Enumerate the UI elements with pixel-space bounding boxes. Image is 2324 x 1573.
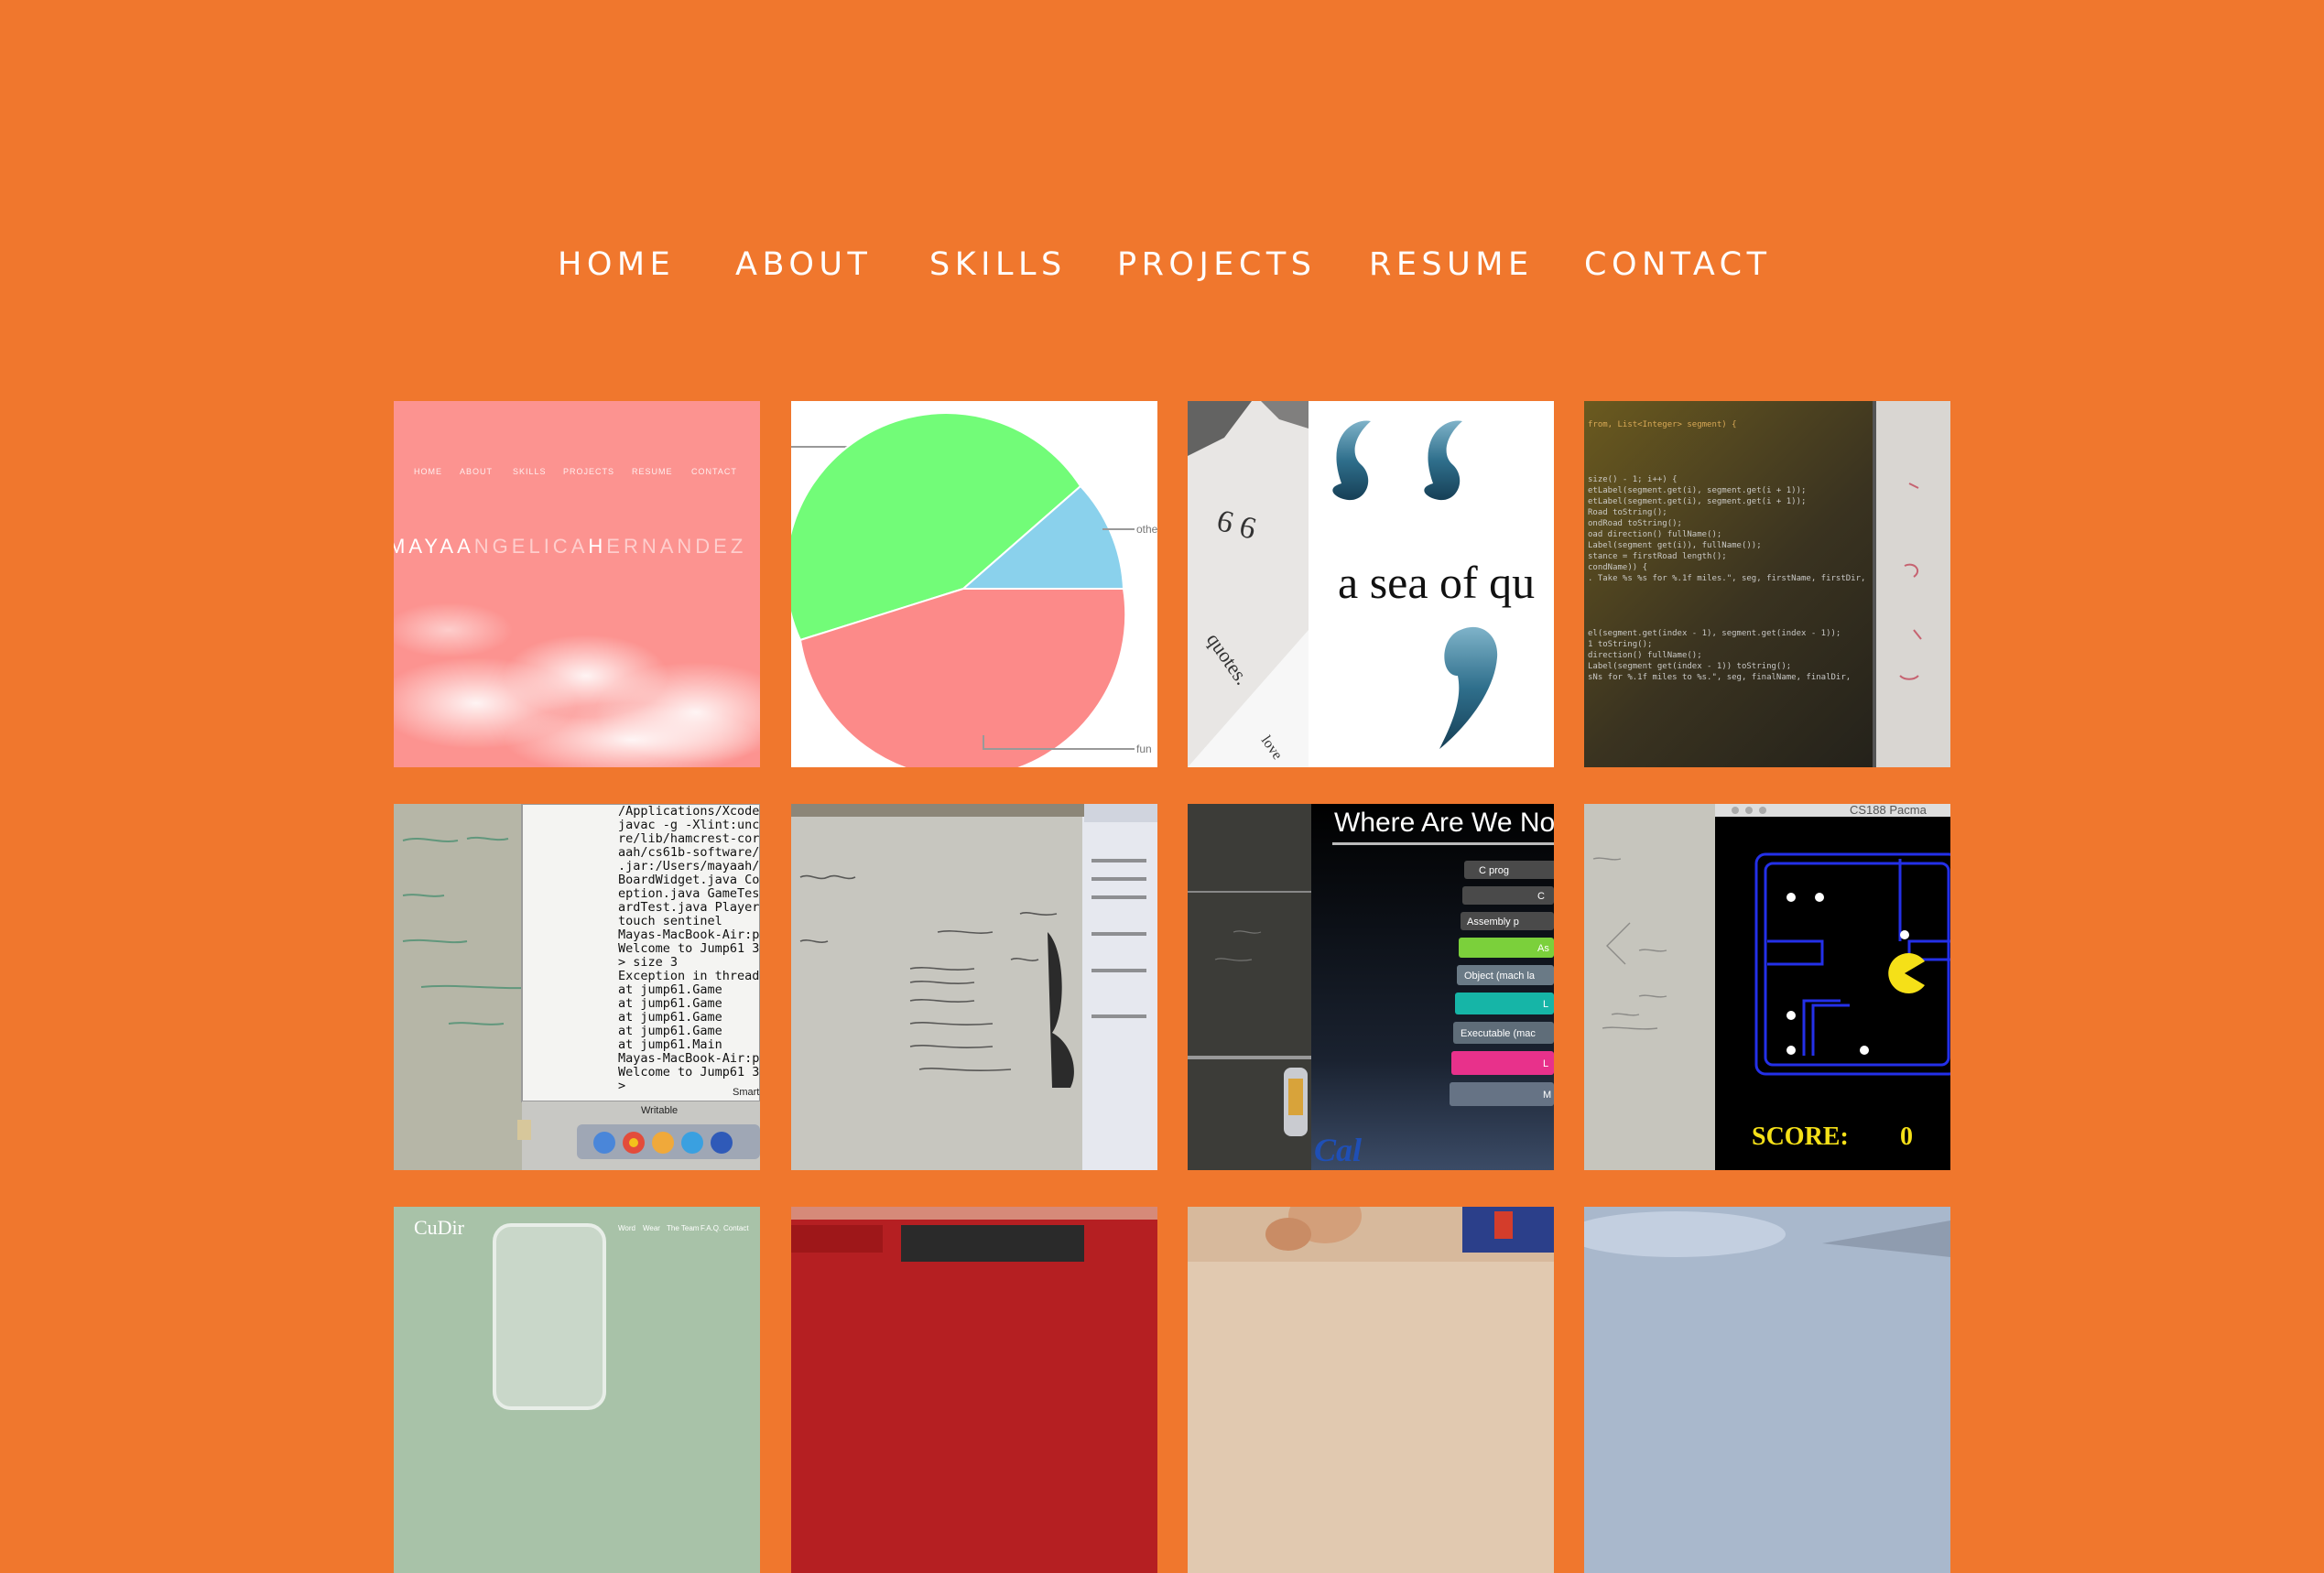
svg-text:As: As bbox=[1537, 943, 1549, 954]
svg-text:The Team: The Team bbox=[667, 1224, 700, 1232]
svg-text:el(segment.get(index - 1), seg: el(segment.get(index - 1), segment.get(i… bbox=[1588, 629, 1841, 638]
svg-text:sNs for %.1f miles to %s.", se: sNs for %.1f miles to %s.", seg, finalNa… bbox=[1588, 673, 1851, 682]
svg-text:at jump61.Game: at jump61.Game bbox=[618, 1024, 722, 1038]
svg-text:Road toString();: Road toString(); bbox=[1588, 508, 1667, 517]
svg-text:L: L bbox=[1543, 999, 1548, 1010]
mini-nav-item: ABOUT bbox=[460, 467, 493, 476]
project-tile-red[interactable] bbox=[791, 1207, 1157, 1573]
svg-text:Exception in thread "m: Exception in thread "m bbox=[618, 969, 760, 983]
pacman-score-value: 0 bbox=[1900, 1123, 1913, 1151]
svg-text:aah/cs61b-software/lib: aah/cs61b-software/lib bbox=[618, 845, 760, 860]
svg-text:Wear: Wear bbox=[643, 1224, 660, 1232]
svg-text:condName)) {: condName)) { bbox=[1588, 563, 1647, 572]
svg-text:stance = firstRoad length();: stance = firstRoad length(); bbox=[1588, 552, 1727, 561]
svg-text:C prog: C prog bbox=[1479, 865, 1509, 876]
svg-text:etLabel(segment.get(i), segmen: etLabel(segment.get(i), segment.get(i + … bbox=[1588, 497, 1806, 506]
svg-text:>: > bbox=[618, 1079, 625, 1093]
quotes-caption: a sea of qu bbox=[1338, 557, 1535, 608]
pie-chart-thumbnail: other fun bbox=[791, 401, 1157, 767]
svg-text:size() - 1; i++) {: size() - 1; i++) { bbox=[1588, 475, 1678, 484]
mini-nav-item: RESUME bbox=[632, 467, 673, 476]
svg-text:eption.java GameTest.j: eption.java GameTest.j bbox=[618, 886, 760, 901]
svg-text:ardTest.java Player.ja: ardTest.java Player.ja bbox=[618, 900, 760, 915]
pacman-window-title: CS188 Pacma bbox=[1850, 804, 1928, 817]
project-tile-sky[interactable] bbox=[1584, 1207, 1950, 1573]
svg-text:F.A.Q.: F.A.Q. bbox=[700, 1224, 721, 1232]
sea-of-quotes-thumbnail: 6 6 quotes. love a sea of qu bbox=[1188, 401, 1554, 767]
cudir-thumbnail: CuDir Word Wear The Team F.A.Q. Contact bbox=[394, 1207, 760, 1573]
project-tile-whiteboard[interactable] bbox=[791, 804, 1157, 1170]
svg-text:Mayas-MacBook-Air:proj: Mayas-MacBook-Air:proj bbox=[618, 928, 760, 942]
terminal-status-right: Smart bbox=[733, 1087, 759, 1098]
cudir-brand: CuDir bbox=[414, 1216, 465, 1239]
sky-thumbnail bbox=[1584, 1207, 1950, 1573]
stack-slide-thumbnail: Where Are We No C prog C Assembly p As O… bbox=[1188, 804, 1554, 1170]
slide-title: Where Are We No bbox=[1334, 808, 1554, 838]
svg-text:BoardWidget.java Const: BoardWidget.java Const bbox=[618, 873, 760, 887]
svg-text:touch sentinel: touch sentinel bbox=[618, 914, 722, 928]
project-tile-code[interactable]: from, List<Integer> segment) { size() - … bbox=[1584, 401, 1950, 767]
project-tile-sea-of-quotes[interactable]: 6 6 quotes. love a sea of qu bbox=[1188, 401, 1554, 767]
svg-text:at jump61.Game: at jump61.Game bbox=[618, 996, 722, 1011]
svg-text:1 toString();: 1 toString(); bbox=[1588, 640, 1652, 649]
project-tile-pie-chart[interactable]: other fun bbox=[791, 401, 1157, 767]
project-tile-terminal[interactable]: /Applications/Xcode.app javac -g -Xlint:… bbox=[394, 804, 760, 1170]
hands-thumbnail bbox=[1188, 1207, 1554, 1573]
pacman-thumbnail: CS188 Pacma SCORE: 0 bbox=[1584, 804, 1950, 1170]
pacman-score-label: SCORE: bbox=[1752, 1123, 1849, 1151]
project-tile-hands[interactable] bbox=[1188, 1207, 1554, 1573]
pie-label-other: other bbox=[1136, 523, 1157, 536]
mini-nav-item: PROJECTS bbox=[563, 467, 614, 476]
svg-text:C: C bbox=[1537, 891, 1545, 902]
svg-text:/Applications/Xcode.app: /Applications/Xcode.app bbox=[618, 804, 760, 819]
svg-text:etLabel(segment.get(i), segmen: etLabel(segment.get(i), segment.get(i + … bbox=[1588, 486, 1806, 495]
project-tile-cudir[interactable]: CuDir Word Wear The Team F.A.Q. Contact bbox=[394, 1207, 760, 1573]
svg-text:Cal: Cal bbox=[1314, 1132, 1362, 1168]
svg-text:at jump61.Game: at jump61.Game bbox=[618, 982, 722, 997]
project-tile-stack-slide[interactable]: Where Are We No C prog C Assembly p As O… bbox=[1188, 804, 1554, 1170]
svg-text:Word: Word bbox=[618, 1224, 635, 1232]
svg-text:.jar:/Users/mayaah/cs6: .jar:/Users/mayaah/cs6 bbox=[618, 859, 760, 873]
personal-website-thumbnail: HOME ABOUT SKILLS PROJECTS RESUME CONTAC… bbox=[394, 401, 760, 767]
svg-text:from, List<Integer> segment) {: from, List<Integer> segment) { bbox=[1588, 420, 1737, 429]
project-grid: HOME ABOUT SKILLS PROJECTS RESUME CONTAC… bbox=[0, 0, 2324, 1573]
svg-text:Executable (mac: Executable (mac bbox=[1461, 1028, 1536, 1039]
svg-text:Assembly p: Assembly p bbox=[1467, 917, 1519, 928]
svg-text:at jump61.Game: at jump61.Game bbox=[618, 1010, 722, 1025]
svg-text:L: L bbox=[1543, 1058, 1548, 1069]
mini-nav-item: CONTACT bbox=[691, 467, 737, 476]
svg-text:> size 3: > size 3 bbox=[618, 955, 678, 970]
mini-nav-item: HOME bbox=[414, 467, 442, 476]
svg-text:Mayas-MacBook-Air:proj: Mayas-MacBook-Air:proj bbox=[618, 1051, 760, 1066]
terminal-thumbnail: /Applications/Xcode.app javac -g -Xlint:… bbox=[394, 804, 760, 1170]
svg-text:Label(segment get(index - 1)): Label(segment get(index - 1)) toString()… bbox=[1588, 662, 1791, 671]
svg-text:M: M bbox=[1543, 1090, 1551, 1101]
svg-text:Welcome to Jump61 3.0: Welcome to Jump61 3.0 bbox=[618, 941, 760, 956]
red-project-thumbnail bbox=[791, 1207, 1157, 1573]
svg-text:Contact: Contact bbox=[723, 1224, 749, 1232]
svg-text:Label(segment get(i)), fullNam: Label(segment get(i)), fullName()); bbox=[1588, 541, 1762, 550]
svg-text:ondRoad toString();: ondRoad toString(); bbox=[1588, 519, 1682, 528]
terminal-status-left: Writable bbox=[641, 1105, 678, 1116]
project-tile-personal-website[interactable]: HOME ABOUT SKILLS PROJECTS RESUME CONTAC… bbox=[394, 401, 760, 767]
mini-nav-item: SKILLS bbox=[513, 467, 547, 476]
svg-text:at jump61.Main: at jump61.Main bbox=[618, 1037, 722, 1052]
code-screen-thumbnail: from, List<Integer> segment) { size() - … bbox=[1584, 401, 1950, 767]
svg-text:oad direction() fullName();: oad direction() fullName(); bbox=[1588, 530, 1721, 539]
svg-text:. Take %s %s for %.1f miles.",: . Take %s %s for %.1f miles.", seg, firs… bbox=[1588, 574, 1865, 583]
project-tile-pacman[interactable]: CS188 Pacma SCORE: 0 bbox=[1584, 804, 1950, 1170]
site-name: MAYAANGELICAHERNANDEZ bbox=[394, 535, 746, 558]
svg-text:direction() fullName();: direction() fullName(); bbox=[1588, 651, 1702, 660]
svg-text:Object (mach la: Object (mach la bbox=[1464, 971, 1536, 982]
svg-text:Welcome to Jump61 3.0: Welcome to Jump61 3.0 bbox=[618, 1065, 760, 1079]
svg-text:javac -g -Xlint:unchecked: javac -g -Xlint:unchecked bbox=[618, 818, 760, 832]
whiteboard-thumbnail bbox=[791, 804, 1157, 1170]
svg-text:re/lib/hamcrest-core-1: re/lib/hamcrest-core-1 bbox=[618, 831, 760, 846]
pie-label-fun: fun bbox=[1136, 743, 1152, 755]
